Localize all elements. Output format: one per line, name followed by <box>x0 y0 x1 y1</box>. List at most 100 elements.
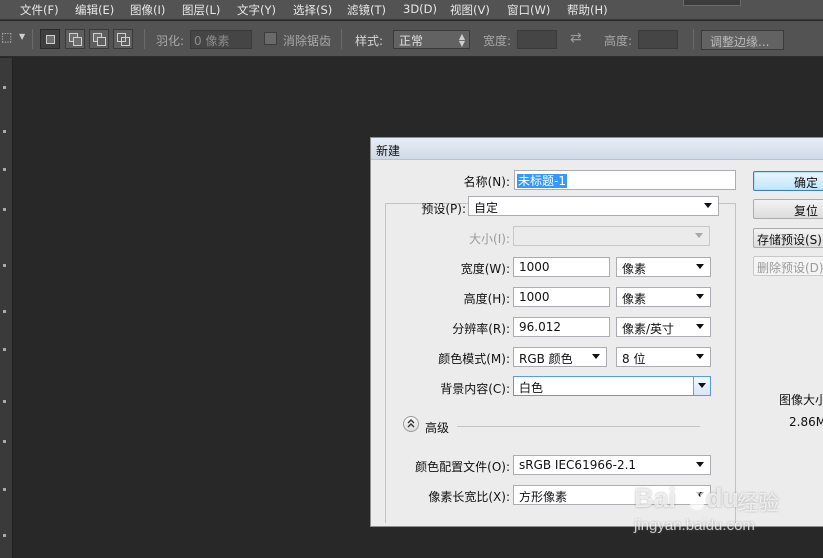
tool-group-marker[interactable] <box>3 168 6 171</box>
color-mode-value: RGB 颜色 <box>519 352 573 366</box>
tools-panel <box>0 58 13 558</box>
menu-type[interactable]: 文字(Y) <box>237 2 276 18</box>
height-unit-value: 像素 <box>622 292 647 306</box>
delete-preset-button: 删除预设(D)... <box>753 256 823 276</box>
color-profile-label: 颜色配置文件(O): <box>415 460 510 474</box>
color-profile-value: sRGB IEC61966-2.1 <box>519 458 637 472</box>
antialias-checkbox[interactable] <box>264 32 277 45</box>
background-select[interactable]: 白色 <box>513 376 711 396</box>
double-chevron-up-icon <box>407 419 415 428</box>
width-label: 宽度(W): <box>460 262 510 276</box>
height-input[interactable] <box>638 30 678 49</box>
height-label: 高度: <box>604 34 633 48</box>
name-input[interactable]: 未标题-1 <box>514 170 736 190</box>
ok-button-label: 确定 <box>794 176 819 190</box>
tool-group-marker[interactable] <box>3 208 6 211</box>
bit-depth-select[interactable]: 8 位 <box>616 347 711 367</box>
dropdown-button[interactable] <box>693 377 710 395</box>
pixel-aspect-label: 像素长宽比(X): <box>428 490 510 504</box>
bit-depth-value: 8 位 <box>622 352 646 366</box>
marquee-tool-icon[interactable]: ⬚ <box>1 30 12 44</box>
color-profile-select[interactable]: sRGB IEC61966-2.1 <box>513 455 711 475</box>
resolution-unit-select[interactable]: 像素/英寸 <box>616 317 711 337</box>
tool-preset-chevron-icon[interactable]: ▼ <box>19 32 25 41</box>
preset-select[interactable]: 自定 <box>468 196 719 216</box>
tool-group-marker[interactable] <box>3 488 6 491</box>
background-value: 白色 <box>519 381 544 395</box>
menu-select[interactable]: 选择(S) <box>293 2 332 18</box>
image-size-value: 2.86M <box>789 415 823 429</box>
intersect-selection-button[interactable] <box>113 29 133 49</box>
style-select-value: 正常 <box>399 34 424 48</box>
height-input[interactable]: 1000 <box>513 287 610 307</box>
antialias-label: 消除锯齿 <box>283 34 332 48</box>
reset-button-label: 复位 <box>794 204 819 218</box>
menu-window[interactable]: 窗口(W) <box>507 2 550 18</box>
swap-icon[interactable]: ⇄ <box>570 30 582 46</box>
menu-3d[interactable]: 3D(D) <box>403 2 437 16</box>
resolution-unit-value: 像素/英寸 <box>622 322 675 336</box>
menu-filter[interactable]: 滤镜(T) <box>347 2 386 18</box>
ok-button[interactable]: 确定 <box>753 171 823 191</box>
window-control-tab[interactable] <box>683 0 741 6</box>
width-label: 宽度: <box>483 34 512 48</box>
width-input[interactable] <box>517 30 557 49</box>
resolution-input[interactable]: 96.012 <box>513 317 610 337</box>
tool-group-marker[interactable] <box>3 86 6 89</box>
subtract-from-selection-button[interactable] <box>89 29 109 49</box>
menu-bar: 文件(F) 编辑(E) 图像(I) 图层(L) 文字(Y) 选择(S) 滤镜(T… <box>0 0 823 20</box>
color-mode-select[interactable]: RGB 颜色 <box>513 347 607 367</box>
feather-input[interactable]: 0 像素 <box>190 30 252 49</box>
chevron-down-icon <box>696 294 704 299</box>
reset-button[interactable]: 复位 <box>753 199 823 219</box>
tool-group-marker[interactable] <box>3 130 6 133</box>
separator <box>144 29 145 49</box>
feather-label: 羽化: <box>156 34 185 48</box>
tool-group-marker[interactable] <box>3 310 6 313</box>
updown-arrows-icon: ▲ ▼ <box>458 32 465 48</box>
refine-edge-button[interactable]: 调整边缘... <box>701 30 784 50</box>
tool-group-marker[interactable] <box>3 534 6 537</box>
pixel-aspect-select[interactable]: 方形像素 <box>513 485 711 505</box>
delete-preset-label: 删除预设(D)... <box>757 261 823 275</box>
save-preset-label: 存储预设(S)... <box>757 233 823 247</box>
add-to-selection-button[interactable] <box>65 29 85 49</box>
advanced-toggle-button[interactable] <box>403 416 419 432</box>
options-bar: ⬚ ▼ 羽化: 0 像素 消除锯齿 样式: 正常 ▲ ▼ 宽度: ⇄ 高度: 调整… <box>0 21 823 57</box>
tool-group-marker[interactable] <box>3 440 6 443</box>
menu-image[interactable]: 图像(I) <box>130 2 165 18</box>
menu-edit[interactable]: 编辑(E) <box>75 2 114 18</box>
add-selection-icon-2 <box>73 37 82 46</box>
chevron-down-icon <box>695 233 703 238</box>
color-mode-label: 颜色模式(M): <box>438 352 510 366</box>
intersect-selection-icon-2 <box>121 37 130 46</box>
tool-group-marker[interactable] <box>3 264 6 267</box>
chevron-down-icon <box>696 354 704 359</box>
new-selection-button[interactable] <box>40 29 60 49</box>
save-preset-button[interactable]: 存储预设(S)... <box>753 228 823 248</box>
size-label: 大小(I): <box>469 232 510 246</box>
image-size-label: 图像大小: <box>779 393 823 407</box>
background-label: 背景内容(C): <box>440 382 510 396</box>
resolution-label: 分辨率(R): <box>452 322 510 336</box>
menu-file[interactable]: 文件(F) <box>20 2 59 18</box>
pixel-aspect-value: 方形像素 <box>519 490 568 504</box>
separator <box>341 29 342 49</box>
chevron-down-icon <box>698 383 706 388</box>
separator <box>693 29 694 49</box>
dialog-titlebar[interactable]: 新建 <box>371 138 823 160</box>
chevron-down-icon <box>704 203 712 208</box>
style-label: 样式: <box>355 34 384 48</box>
menu-layer[interactable]: 图层(L) <box>182 2 220 18</box>
chevron-down-icon <box>696 492 704 497</box>
tool-group-marker[interactable] <box>3 348 6 351</box>
width-input[interactable]: 1000 <box>513 257 610 277</box>
menu-help[interactable]: 帮助(H) <box>567 2 608 18</box>
height-unit-select[interactable]: 像素 <box>616 287 711 307</box>
chevron-down-icon <box>696 264 704 269</box>
menu-view[interactable]: 视图(V) <box>450 2 490 18</box>
tool-group-marker[interactable] <box>3 400 6 403</box>
width-unit-select[interactable]: 像素 <box>616 257 711 277</box>
style-select[interactable]: 正常 ▲ ▼ <box>393 30 470 49</box>
chevron-down-icon <box>696 462 704 467</box>
